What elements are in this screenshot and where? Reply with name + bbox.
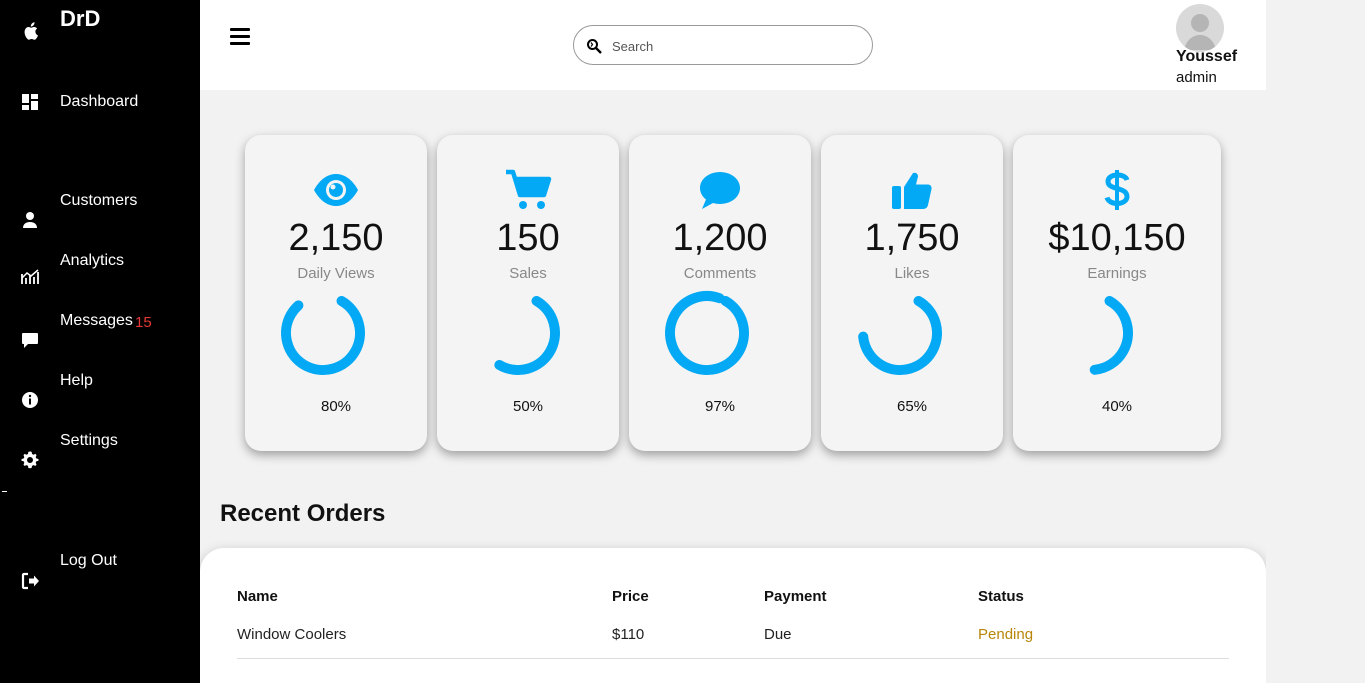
sidebar-item-messages[interactable]: Messages 15 xyxy=(0,302,200,348)
stat-percent: 80% xyxy=(320,398,352,415)
stat-card-comments: 1,200 Comments 97% xyxy=(629,135,811,451)
sidebar-item-label: Settings xyxy=(60,432,118,449)
user-name: Youssef xyxy=(1176,48,1238,65)
sidebar-item-dashboard[interactable]: Dashboard xyxy=(0,82,200,122)
sidebar: DrD Dashboard Customers Analytics Messag… xyxy=(0,0,200,683)
sidebar-item-label: Dashboard xyxy=(60,93,139,110)
orders-table: Name Price Payment Status Window Coolers… xyxy=(200,548,1266,683)
column-header-status: Status xyxy=(978,588,1024,605)
divider xyxy=(2,491,7,492)
message-icon xyxy=(22,333,38,348)
stat-value: 1,200 xyxy=(672,217,768,259)
default-avatar-icon xyxy=(1184,14,1216,50)
sidebar-item-customers[interactable]: Customers xyxy=(0,182,200,228)
sidebar-item-logout[interactable]: Log Out xyxy=(0,542,200,590)
cart-icon xyxy=(506,169,552,209)
sidebar-item-analytics[interactable]: Analytics xyxy=(0,242,200,284)
comment-icon xyxy=(700,172,740,209)
stat-percent: 65% xyxy=(896,398,928,415)
apple-logo-icon xyxy=(24,22,38,40)
column-header-name: Name xyxy=(237,588,278,605)
progress-ring xyxy=(1049,291,1133,375)
search-icon[interactable] xyxy=(586,38,602,54)
messages-count-badge: 15 xyxy=(135,314,152,331)
progress-ring xyxy=(665,291,749,375)
stat-value: 150 xyxy=(496,217,560,259)
sidebar-item-label: Messages xyxy=(60,312,133,329)
stat-value: 2,150 xyxy=(288,217,384,259)
stat-card-daily-views: 2,150 Daily Views 80% xyxy=(245,135,427,451)
section-title: Recent Orders xyxy=(220,500,386,527)
sidebar-item-help[interactable]: Help xyxy=(0,362,200,408)
column-header-payment: Payment xyxy=(764,588,827,605)
progress-ring xyxy=(476,291,560,375)
stat-percent: 97% xyxy=(704,398,736,415)
menu-toggle-icon[interactable] xyxy=(230,28,250,46)
gear-icon xyxy=(21,451,39,469)
logout-icon xyxy=(21,572,39,590)
search-box xyxy=(573,25,873,65)
user-icon xyxy=(23,212,37,228)
thumbs-up-icon xyxy=(892,172,932,209)
row-divider xyxy=(237,658,1229,659)
stat-value: 1,750 xyxy=(864,217,960,259)
eye-icon xyxy=(314,174,358,206)
user-profile[interactable]: Youssef admin xyxy=(1176,4,1266,88)
sidebar-item-label: Analytics xyxy=(60,252,125,269)
sidebar-item-label: Log Out xyxy=(60,552,117,569)
stat-label: Daily Views xyxy=(297,265,375,282)
stat-percent: 40% xyxy=(1101,398,1133,415)
search-input[interactable] xyxy=(612,34,852,58)
sidebar-item-label: Customers xyxy=(60,192,138,209)
cell-name: Window Coolers xyxy=(237,626,347,643)
progress-ring xyxy=(281,291,365,375)
stat-percent: 50% xyxy=(512,398,544,415)
brand-name: DrD xyxy=(60,6,101,31)
dashboard-icon xyxy=(22,94,38,110)
sidebar-item-label: Help xyxy=(60,372,93,389)
chart-icon xyxy=(21,269,39,284)
stat-label: Comments xyxy=(683,265,757,282)
stat-label: Sales xyxy=(509,265,547,282)
cell-payment: Due xyxy=(764,626,792,643)
sidebar-item-settings[interactable]: Settings xyxy=(0,422,200,469)
stat-value: $10,150 xyxy=(1048,217,1186,259)
cell-price: $110 xyxy=(612,626,645,643)
stat-label: Likes xyxy=(894,265,930,282)
avatar[interactable] xyxy=(1176,4,1224,52)
brand[interactable]: DrD xyxy=(0,0,200,60)
stat-card-sales: 150 Sales 50% xyxy=(437,135,619,451)
stat-card-likes: 1,750 Likes 65% xyxy=(821,135,1003,451)
page-margin xyxy=(1266,0,1365,683)
top-bar: Youssef admin xyxy=(200,0,1266,90)
user-role: admin xyxy=(1176,69,1217,86)
progress-ring xyxy=(858,291,942,375)
info-icon xyxy=(22,392,38,408)
status-badge: Pending xyxy=(978,626,1034,643)
stat-card-earnings: $10,150 Earnings 40% xyxy=(1013,135,1221,451)
column-header-price: Price xyxy=(612,588,649,605)
stat-label: Earnings xyxy=(1087,265,1147,282)
dollar-icon xyxy=(1104,170,1130,210)
